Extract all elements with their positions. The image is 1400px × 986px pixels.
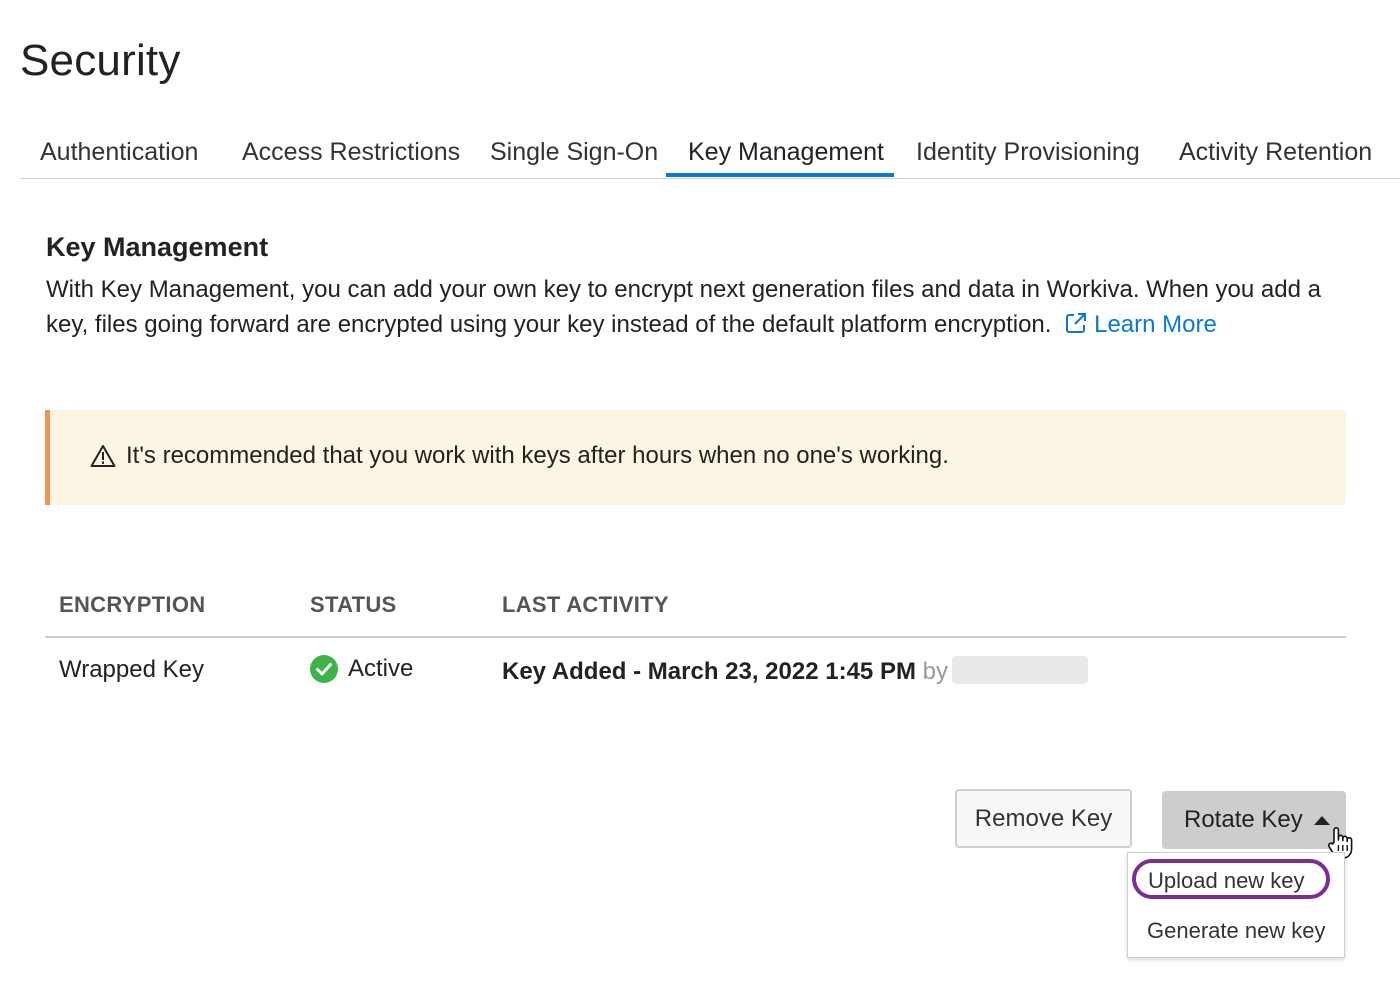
status-label: Active — [348, 655, 414, 682]
tab-single-sign-on[interactable]: Single Sign-On — [490, 138, 658, 167]
menu-item-generate-new-key[interactable]: Generate new key — [1128, 907, 1344, 951]
menu-item-upload-new-key[interactable]: Upload new key — [1132, 859, 1330, 899]
external-link-icon — [1066, 313, 1087, 333]
column-header-encryption: ENCRYPTION — [59, 592, 206, 617]
section-description: With Key Management, you can add your ow… — [46, 272, 1346, 342]
rotate-key-button[interactable]: Rotate Key — [1162, 791, 1346, 849]
tab-key-management[interactable]: Key Management — [688, 138, 884, 167]
active-tab-indicator — [666, 173, 894, 177]
page-title: Security — [20, 36, 181, 85]
tab-identity-provisioning[interactable]: Identity Provisioning — [916, 138, 1140, 167]
activity-by: by — [922, 658, 948, 685]
check-circle-icon — [310, 655, 338, 683]
learn-more-link[interactable]: Learn More — [1064, 311, 1217, 338]
tab-access-restrictions[interactable]: Access Restrictions — [242, 138, 460, 167]
rotate-key-menu: Upload new key Generate new key — [1127, 852, 1345, 958]
cell-encryption: Wrapped Key — [59, 656, 204, 683]
upload-new-key-label: Upload new key — [1148, 868, 1305, 893]
activity-text: Key Added - March 23, 2022 1:45 PM — [502, 658, 916, 685]
remove-key-button[interactable]: Remove Key — [955, 789, 1132, 848]
section-title: Key Management — [46, 232, 269, 262]
cell-last-activity: Key Added - March 23, 2022 1:45 PM by — [502, 656, 1088, 686]
warning-icon — [90, 445, 116, 467]
generate-new-key-label: Generate new key — [1147, 918, 1326, 943]
column-header-status: STATUS — [310, 592, 397, 617]
warning-alert: It's recommended that you work with keys… — [45, 410, 1346, 505]
tab-authentication[interactable]: Authentication — [40, 138, 198, 167]
tab-bar: Authentication Access Restrictions Singl… — [20, 128, 1400, 179]
tab-activity-retention[interactable]: Activity Retention — [1179, 138, 1372, 167]
cell-status: Active — [310, 655, 413, 683]
redacted-user — [951, 656, 1088, 684]
rotate-key-label: Rotate Key — [1184, 806, 1303, 833]
alert-text: It's recommended that you work with keys… — [126, 442, 949, 469]
column-header-last-activity: LAST ACTIVITY — [502, 592, 669, 617]
learn-more-label: Learn More — [1094, 311, 1217, 338]
caret-up-icon — [1314, 816, 1330, 825]
table-header-divider — [45, 636, 1346, 638]
